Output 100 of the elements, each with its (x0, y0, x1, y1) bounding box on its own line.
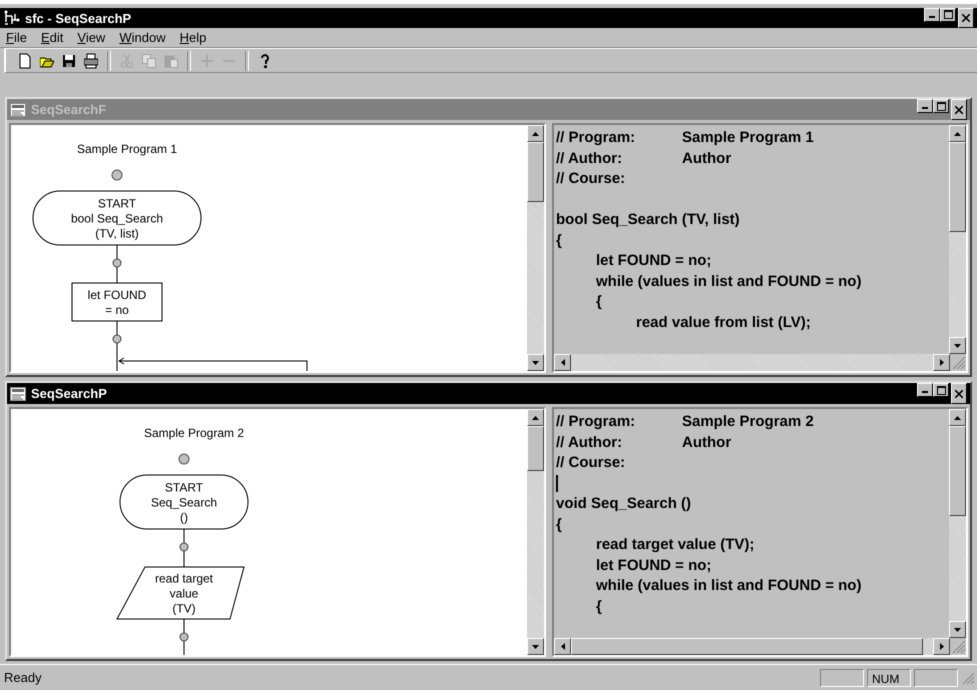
menu-item[interactable]: Help (180, 30, 206, 46)
node-label: START bool Seq_Search (TV, list) (70, 196, 164, 241)
scroll-right-button[interactable] (933, 354, 950, 372)
close-button[interactable] (958, 8, 974, 28)
maximize-button[interactable] (940, 8, 956, 22)
vertical-scrollbar[interactable] (527, 409, 544, 656)
code-comment-value: Sample Program 2 (682, 412, 814, 432)
close-icon (955, 106, 963, 114)
clipboard-icon (164, 52, 178, 69)
code-line: void Seq_Search () (556, 495, 692, 512)
status-text: Ready (4, 670, 43, 686)
code-comment: // Author: (556, 432, 624, 453)
up-arrow-icon (954, 416, 961, 420)
scroll-up-button[interactable] (949, 125, 966, 142)
scroll-thumb[interactable] (949, 142, 966, 232)
scroll-thumb[interactable] (949, 426, 966, 516)
horizontal-scrollbar[interactable] (554, 354, 950, 372)
code-line: while (values in list and FOUND = no) (595, 577, 862, 594)
flowchart-app-icon (3, 10, 21, 26)
maximize-button[interactable] (933, 383, 949, 398)
window-title: sfc - SeqSearchP (25, 10, 132, 26)
start-circle (112, 170, 122, 181)
vertical-scrollbar[interactable] (527, 125, 544, 372)
resize-grip-icon[interactable] (950, 638, 966, 654)
connector-line (180, 528, 188, 568)
scissors-icon (120, 52, 134, 69)
scroll-down-button[interactable] (527, 354, 544, 372)
minimize-icon (922, 107, 928, 110)
code-line: read value from list (LV); (635, 314, 811, 331)
printer-icon (84, 52, 98, 69)
code-comment: // Course: (556, 453, 626, 474)
down-arrow-icon (954, 628, 961, 632)
scroll-thumb[interactable] (527, 426, 544, 472)
scroll-down-button[interactable] (949, 621, 966, 638)
close-button[interactable] (951, 99, 967, 120)
scroll-down-button[interactable] (949, 337, 966, 354)
maximize-icon (944, 10, 952, 20)
scroll-up-button[interactable] (527, 125, 544, 142)
code-line: bool Seq_Search (TV, list) (556, 211, 740, 228)
minimize-button[interactable] (917, 99, 933, 114)
scroll-left-button[interactable] (554, 638, 571, 656)
menu-item[interactable]: Edit (40, 30, 64, 46)
code-line: { (595, 598, 602, 615)
scroll-left-button[interactable] (554, 354, 571, 372)
help-icon (258, 52, 272, 69)
scroll-thumb[interactable] (527, 142, 544, 202)
code-comment: // Author: (556, 148, 624, 169)
code-comment-value: Sample Program 1 (682, 128, 814, 148)
menu-item[interactable]: Window (119, 30, 166, 46)
code-line: let FOUND = no; (595, 252, 712, 270)
code-comment-value: Author (682, 432, 732, 453)
code-comment: // Program: (556, 128, 636, 148)
flowchart-title: Sample Program 1 (76, 142, 178, 156)
minimize-button[interactable] (917, 383, 933, 398)
new-page-icon (18, 52, 32, 69)
up-arrow-icon (954, 132, 961, 136)
code-comment: // Program: (556, 412, 636, 432)
code-line: let FOUND = no; (595, 556, 712, 574)
right-arrow-icon (940, 643, 944, 650)
maximize-button[interactable] (933, 99, 949, 114)
document-title: SeqSearchP (31, 386, 107, 402)
maximize-icon (936, 386, 946, 395)
code-line: read target value (TV); (595, 536, 754, 554)
text-cursor (556, 475, 558, 492)
scroll-down-button[interactable] (527, 638, 544, 656)
close-icon (962, 14, 970, 22)
code-line: { (595, 293, 602, 310)
code-line: while (values in list and FOUND = no) (595, 272, 862, 290)
connector-line (112, 320, 122, 360)
left-arrow-icon (560, 643, 564, 650)
document-title: SeqSearchF (31, 102, 106, 118)
minimize-icon (929, 16, 935, 18)
code-line: { (556, 232, 562, 249)
down-arrow-icon (532, 644, 539, 649)
minimize-button[interactable] (924, 8, 940, 22)
resize-grip-icon[interactable] (950, 354, 966, 370)
code-comment-value: Author (682, 148, 732, 169)
up-arrow-icon (532, 416, 539, 420)
copy-icon (142, 52, 156, 69)
node-label: read target value (TV) (154, 572, 214, 616)
menu-item[interactable]: File (6, 30, 27, 46)
resize-grip-icon[interactable] (961, 670, 975, 685)
vertical-scrollbar[interactable] (949, 409, 966, 638)
vertical-scrollbar[interactable] (949, 125, 966, 354)
code-comment: // Course: (556, 169, 626, 190)
flowchart-title: Sample Program 2 (144, 426, 244, 440)
menu-item[interactable]: View (77, 30, 106, 46)
status-panel (914, 668, 958, 687)
code-line: { (556, 516, 562, 533)
status-panel (820, 668, 864, 687)
maximize-icon (936, 102, 946, 111)
left-arrow-icon (560, 359, 564, 366)
node-label: let FOUND = no (88, 288, 146, 318)
document-icon (10, 102, 26, 117)
scroll-up-button[interactable] (949, 409, 966, 426)
down-arrow-icon (954, 344, 961, 348)
close-button[interactable] (951, 383, 967, 404)
scroll-up-button[interactable] (527, 409, 544, 426)
up-arrow-icon (532, 132, 539, 136)
scroll-right-button[interactable] (933, 638, 950, 656)
